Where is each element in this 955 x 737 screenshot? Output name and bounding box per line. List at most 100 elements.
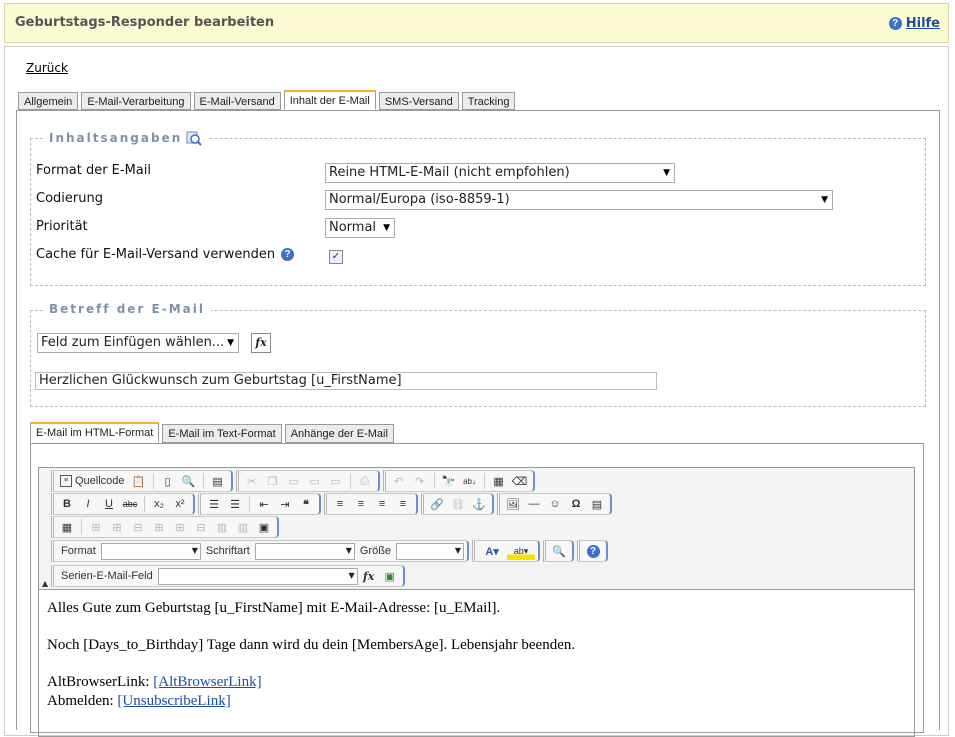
tab-allgemein[interactable]: Allgemein — [18, 92, 79, 110]
delete-col-icon[interactable]: ⊟ — [191, 518, 211, 536]
toolbar-separator — [202, 473, 204, 489]
special-char-icon[interactable]: Ω — [566, 495, 586, 513]
alt-browser-label: AltBrowserLink: — [47, 674, 154, 690]
insert-col-after-icon[interactable]: ⊞ — [170, 518, 190, 536]
clipboard-icon[interactable]: 📋 — [129, 472, 149, 490]
paste-word-icon[interactable]: ▭ — [326, 472, 346, 490]
bulleted-list-icon[interactable]: ☰ — [225, 495, 245, 513]
subject-input[interactable]: Herzlichen Glückwunsch zum Geburtstag [u… — [35, 372, 657, 390]
delete-row-icon[interactable]: ⊟ — [128, 518, 148, 536]
codierung-label: Codierung — [36, 191, 103, 206]
tab-email-verarbeitung[interactable]: E-Mail-Verarbeitung — [81, 92, 191, 110]
tab-inhalt[interactable]: Inhalt der E-Mail — [283, 90, 376, 110]
align-center-icon[interactable]: ≡ — [351, 495, 371, 513]
help-link-group[interactable]: ? Hilfe — [888, 16, 940, 31]
tab-sms-versand[interactable]: SMS-Versand — [378, 92, 459, 110]
subscript-button[interactable]: x₂ — [149, 495, 169, 513]
indent-icon[interactable]: ⇥ — [275, 495, 295, 513]
page-break-icon[interactable]: ▤ — [587, 495, 607, 513]
mergefield-label: Serien-E-Mail-Feld — [61, 570, 153, 582]
new-page-icon[interactable]: ▯ — [158, 472, 178, 490]
editor-content[interactable]: Alles Gute zum Geburtstag [u_FirstName] … — [47, 599, 907, 711]
table-icon[interactable]: ▦ — [57, 518, 77, 536]
help-icon[interactable]: ? — [281, 248, 295, 261]
copy-icon[interactable]: ❐ — [263, 472, 283, 490]
source-button[interactable]: ≡ Quellcode — [57, 472, 128, 490]
align-right-icon[interactable]: ≡ — [372, 495, 392, 513]
insert-row-before-icon[interactable]: ⊞ — [86, 518, 106, 536]
betreff-legend-text: Betreff der E-Mail — [49, 302, 205, 316]
insert-col-before-icon[interactable]: ⊞ — [149, 518, 169, 536]
help-link[interactable]: Hilfe — [906, 16, 940, 31]
text-color-icon[interactable]: A▾ — [478, 542, 506, 560]
superscript-button[interactable]: x² — [170, 495, 190, 513]
format-select-value: Reine HTML-E-Mail (nicht empfohlen) — [329, 165, 570, 180]
toolbar-group-undo: ↶ ↷ 🔭 ab↓ ▦ ⌫ — [382, 470, 535, 492]
format-combo[interactable]: ▼ — [100, 542, 201, 560]
align-left-icon[interactable]: ≡ — [330, 495, 350, 513]
function-button[interactable]: fx — [359, 567, 379, 585]
undo-icon[interactable]: ↶ — [389, 472, 409, 490]
toolbar-group-align: ≡ ≡ ≡ ≡ — [324, 493, 418, 515]
find-icon[interactable]: 🔭 — [439, 472, 459, 490]
select-all-icon[interactable]: ▦ — [489, 472, 509, 490]
tab-tracking[interactable]: Tracking — [461, 92, 516, 110]
link-icon[interactable]: 🔗 — [427, 495, 447, 513]
split-cells-icon[interactable]: ▥ — [233, 518, 253, 536]
strike-button[interactable]: abc — [120, 495, 140, 513]
collapse-toolbar-icon[interactable]: ▲ — [42, 579, 48, 588]
tab-email-versand[interactable]: E-Mail-Versand — [193, 92, 281, 110]
tab-html-format[interactable]: E-Mail im HTML-Format — [30, 422, 160, 443]
insert-mergefield-icon[interactable]: ▣ — [380, 567, 400, 585]
unsubscribe-link[interactable]: [UnsubscribeLink] — [117, 693, 230, 709]
align-justify-icon[interactable]: ≡ — [393, 495, 413, 513]
help-icon[interactable]: ? — [888, 17, 902, 30]
cache-checkbox[interactable]: ✓ — [329, 250, 343, 264]
blockquote-icon[interactable]: ❝ — [296, 495, 316, 513]
codierung-select[interactable]: Normal/Europa (iso-8859-1) ▼ — [325, 190, 833, 210]
tab-attachments[interactable]: Anhänge der E-Mail — [284, 424, 394, 443]
bold-button[interactable]: B — [57, 495, 77, 513]
preview-icon[interactable]: 🔍 — [179, 472, 199, 490]
toolbar-separator — [249, 496, 250, 512]
chevron-down-icon: ▼ — [821, 195, 828, 205]
back-link[interactable]: Zurück — [26, 61, 68, 75]
cut-icon[interactable]: ✂ — [242, 472, 262, 490]
smiley-icon[interactable]: ☺ — [545, 495, 565, 513]
toolbar-group-colors: A▾ ab▾ — [472, 540, 541, 562]
table-props-icon[interactable]: ▣ — [254, 518, 274, 536]
italic-button[interactable]: I — [78, 495, 98, 513]
size-combo[interactable]: ▼ — [396, 542, 465, 560]
image-icon[interactable]: 🖼 — [503, 495, 523, 513]
templates-icon[interactable]: ▤ — [208, 472, 228, 490]
anchor-icon[interactable]: ⚓ — [469, 495, 489, 513]
underline-button[interactable]: U — [99, 495, 119, 513]
outdent-icon[interactable]: ⇤ — [254, 495, 274, 513]
print-icon[interactable]: ⎙ — [355, 472, 375, 490]
paste-text-icon[interactable]: ▭ — [305, 472, 325, 490]
unlink-icon[interactable]: ⛓ — [448, 495, 468, 513]
prioritaet-select[interactable]: Normal ▼ — [325, 218, 395, 238]
show-blocks-icon[interactable]: 🔍 — [549, 542, 569, 560]
numbered-list-icon[interactable]: ☰ — [204, 495, 224, 513]
remove-format-icon[interactable]: ⌫ — [510, 472, 530, 490]
betreff-legend: Betreff der E-Mail — [43, 302, 211, 316]
paste-icon[interactable]: ▭ — [284, 472, 304, 490]
tab-text-format[interactable]: E-Mail im Text-Format — [162, 424, 282, 443]
chevron-down-icon: ▼ — [345, 545, 352, 555]
toolbar-group-style: B I U abc x₂ x² — [51, 493, 195, 515]
insert-row-after-icon[interactable]: ⊞ — [107, 518, 127, 536]
alt-browser-link[interactable]: [AltBrowserLink] — [153, 674, 261, 690]
insert-function-button[interactable]: fx — [251, 333, 271, 353]
insert-field-select[interactable]: Feld zum Einfügen wählen... ▼ — [37, 333, 239, 353]
horizontal-rule-icon[interactable]: ― — [524, 495, 544, 513]
font-combo[interactable]: ▼ — [254, 542, 355, 560]
redo-icon[interactable]: ↷ — [410, 472, 430, 490]
mergefield-combo[interactable]: ▼ — [157, 567, 358, 585]
replace-icon[interactable]: ab↓ — [460, 472, 480, 490]
bg-color-icon[interactable]: ab▾ — [507, 542, 536, 560]
format-select[interactable]: Reine HTML-E-Mail (nicht empfohlen) ▼ — [325, 163, 675, 183]
merge-cells-icon[interactable]: ▥ — [212, 518, 232, 536]
about-icon[interactable]: ? — [583, 542, 603, 560]
magnifier-icon[interactable] — [186, 130, 202, 146]
